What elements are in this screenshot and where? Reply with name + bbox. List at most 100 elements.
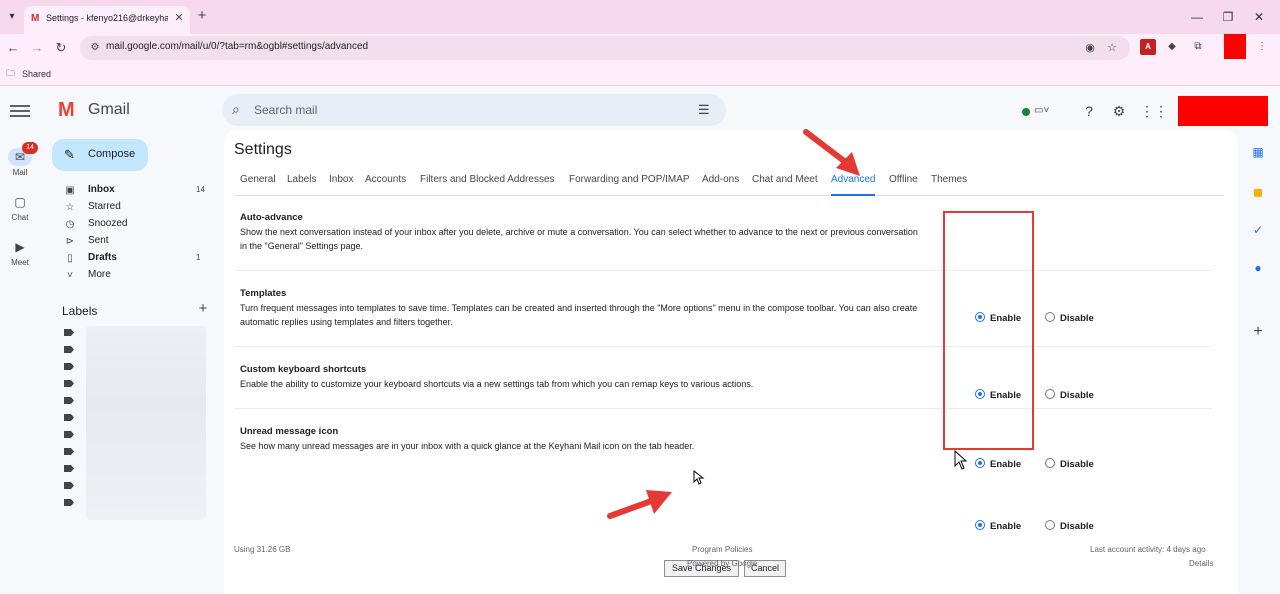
forward-icon[interactable]: → (28, 39, 46, 57)
bookmark-shared[interactable]: Shared (22, 69, 51, 79)
rail-chat[interactable]: ▢ Chat (4, 193, 36, 222)
add-addon-icon[interactable]: + (1250, 324, 1266, 340)
powered-by: Powered by Google (687, 559, 758, 568)
browser-toolbar: ← → ↻ ⚙ mail.google.com/mail/u/0/?tab=rm… (0, 34, 1280, 62)
annotation-highlight-box (943, 211, 1034, 450)
keep-icon[interactable]: ◼ (1250, 184, 1266, 200)
tab-offline[interactable]: Offline (889, 174, 918, 196)
tab-general[interactable]: General (240, 174, 276, 196)
rail-meet[interactable]: ▶ Meet (4, 238, 36, 267)
sidebar-item-drafts[interactable]: ▯ Drafts 1 (52, 251, 212, 267)
drafts-count: 1 (196, 253, 201, 262)
pdf-extension-icon[interactable]: A (1140, 39, 1156, 55)
account-avatar[interactable] (1178, 96, 1268, 126)
label-icon[interactable] (64, 431, 74, 438)
setting-description: Turn frequent messages into templates to… (240, 303, 918, 327)
label-icon[interactable] (64, 397, 74, 404)
new-tab-icon[interactable]: + (194, 8, 210, 24)
maximize-icon[interactable]: ❐ (1218, 8, 1238, 26)
settings-tabs: General Labels Inbox Accounts Filters an… (234, 174, 1224, 196)
setting-templates: Templates Turn frequent messages into te… (234, 288, 1212, 348)
rail-mail[interactable]: ✉ 14 Mail (4, 142, 38, 177)
label-icon[interactable] (64, 499, 74, 506)
gmail-logo-text[interactable]: Gmail (88, 101, 130, 119)
sidebar-item-sent[interactable]: ⊳ Sent (52, 234, 212, 250)
shared-folder-icon[interactable]: 🗀 (6, 68, 18, 79)
sidebar-item-label: Sent (88, 235, 109, 246)
status-indicator-icon[interactable] (1022, 108, 1030, 116)
label-icon[interactable] (64, 380, 74, 387)
label-icon[interactable] (64, 465, 74, 472)
tab-accounts[interactable]: Accounts (365, 174, 406, 196)
status-chevron-icon[interactable]: ▭˅ (1034, 103, 1058, 119)
compose-button[interactable]: ✎ Compose (52, 139, 148, 171)
tab-title: Settings - kfenyo216@drkeyhani.c (46, 13, 168, 23)
browser-tab-strip: ▾ M Settings - kfenyo216@drkeyhani.c ✕ +… (0, 0, 1280, 34)
tab-themes[interactable]: Themes (931, 174, 967, 196)
enable-label[interactable]: Enable (990, 521, 1021, 532)
search-bar[interactable]: ⌕ Search mail ☰ (222, 94, 726, 126)
search-input[interactable]: Search mail (254, 103, 317, 117)
minimize-icon[interactable]: — (1187, 8, 1207, 26)
profile-avatar[interactable] (1224, 34, 1246, 59)
label-icon[interactable] (64, 414, 74, 421)
disable-radio[interactable] (1045, 520, 1055, 530)
help-icon[interactable]: ? (1080, 102, 1098, 120)
browser-tab[interactable]: M Settings - kfenyo216@drkeyhani.c ✕ (24, 6, 190, 34)
divider (234, 346, 1212, 347)
settings-gear-icon[interactable]: ⚙ (1110, 102, 1128, 120)
sidebar-item-snoozed[interactable]: ◷ Snoozed (52, 217, 212, 233)
tasks-icon[interactable]: ✓ (1250, 222, 1266, 238)
setting-description: Show the next conversation instead of yo… (240, 227, 918, 251)
reload-icon[interactable]: ↻ (52, 39, 70, 57)
calendar-icon[interactable]: ▦ (1250, 144, 1266, 160)
gmail-logo-icon[interactable]: M (58, 100, 82, 120)
close-window-icon[interactable]: ✕ (1249, 8, 1269, 26)
label-icon[interactable] (64, 346, 74, 353)
label-icon[interactable] (64, 329, 74, 336)
tab-forwarding[interactable]: Forwarding and POP/IMAP (569, 174, 690, 196)
address-bar[interactable]: ⚙ mail.google.com/mail/u/0/?tab=rm&ogbl#… (80, 36, 1130, 60)
main-menu-icon[interactable] (10, 102, 30, 118)
eye-icon[interactable]: ◉ (1082, 40, 1098, 56)
site-info-icon[interactable]: ⚙ (88, 41, 102, 55)
close-tab-icon[interactable]: ✕ (172, 11, 186, 25)
divider (234, 408, 1212, 409)
rail-chat-label: Chat (11, 213, 29, 222)
gmail-favicon-icon: M (31, 13, 40, 24)
search-icon[interactable]: ⌕ (232, 101, 248, 117)
sidebar-item-inbox[interactable]: ▣ Inbox 14 (52, 183, 212, 199)
rail-meet-label: Meet (11, 258, 29, 267)
sidebar-item-starred[interactable]: ☆ Starred (52, 200, 212, 216)
browser-menu-icon[interactable]: ⋮ (1254, 39, 1270, 55)
disable-label[interactable]: Disable (1060, 521, 1094, 532)
sidebar-item-label: Drafts (88, 252, 117, 263)
apps-grid-icon[interactable]: ⋮⋮ (1140, 102, 1168, 120)
details-link[interactable]: Details (1189, 559, 1213, 568)
url-text: mail.google.com/mail/u/0/?tab=rm&ogbl#se… (106, 41, 369, 52)
add-label-icon[interactable]: + (196, 301, 210, 316)
tab-addons[interactable]: Add-ons (702, 174, 739, 196)
program-policies-link[interactable]: Program Policies (692, 545, 752, 554)
tab-inbox[interactable]: Inbox (329, 174, 353, 196)
tab-search-icon[interactable]: ▾ (4, 9, 20, 25)
tab-filters[interactable]: Filters and Blocked Addresses (420, 174, 555, 196)
labels-heading: Labels (62, 304, 98, 318)
extension-icon[interactable]: ◆ (1164, 39, 1180, 55)
enable-radio[interactable] (975, 520, 985, 530)
annotation-arrow-icon (607, 490, 672, 519)
chevron-down-icon: ˅ (67, 270, 73, 281)
label-icon[interactable] (64, 363, 74, 370)
rail-mail-label: Mail (12, 168, 28, 177)
search-options-icon[interactable]: ☰ (698, 102, 714, 118)
label-icon[interactable] (64, 448, 74, 455)
label-icon[interactable] (64, 482, 74, 489)
bookmark-star-icon[interactable]: ☆ (1104, 40, 1120, 56)
divider (234, 270, 1212, 271)
star-icon: ☆ (65, 202, 75, 213)
contacts-icon[interactable]: ● (1250, 260, 1266, 276)
back-icon[interactable]: ← (4, 39, 22, 57)
tab-labels[interactable]: Labels (287, 174, 316, 196)
sidebar-item-more[interactable]: ˅ More (52, 268, 212, 284)
extensions-puzzle-icon[interactable]: ⧉ (1190, 39, 1206, 55)
